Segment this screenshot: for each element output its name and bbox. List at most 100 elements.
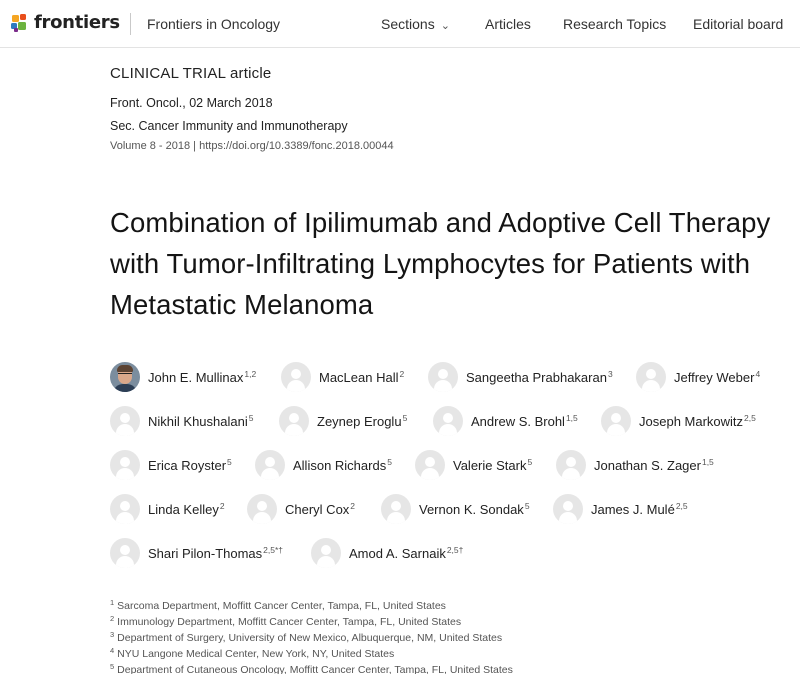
author-name-text: Vernon K. Sondak	[419, 502, 524, 517]
author-affiliation-marker: 2	[350, 501, 356, 511]
author-name-text: Cheryl Cox	[285, 502, 350, 517]
author-affiliation-marker: 2,5†	[446, 545, 464, 555]
author-name-text: Amod A. Sarnaik	[349, 546, 446, 561]
author-name-text: Allison Richards	[293, 458, 387, 473]
author-name-text: Zeynep Eroglu	[317, 414, 402, 429]
affiliation-number: 3	[110, 630, 115, 639]
author-chip[interactable]: Valerie Stark5	[415, 450, 532, 480]
volume-doi-line: Volume 8 - 2018 | https://doi.org/10.338…	[110, 140, 394, 152]
author-chip[interactable]: Vernon K. Sondak5	[381, 494, 530, 524]
author-affiliation-marker: 1,5	[565, 413, 578, 423]
author-affiliation-marker: 2	[219, 501, 225, 511]
author-name-text: Nikhil Khushalani	[148, 414, 248, 429]
author-name: Jonathan S. Zager1,5	[594, 457, 714, 473]
author-affiliation-marker: 5	[402, 413, 408, 423]
frontiers-logo[interactable]: frontiers	[10, 12, 120, 33]
author-name-text: John E. Mullinax	[148, 370, 244, 385]
author-affiliation-marker: 2,5	[744, 413, 756, 423]
affiliation-text: Department of Cutaneous Oncology, Moffit…	[117, 664, 513, 674]
author-chip[interactable]: Zeynep Eroglu5	[279, 406, 407, 436]
affiliation-item: 3 Department of Surgery, University of Ne…	[110, 627, 513, 644]
nav-research-topics[interactable]: Research Topics	[563, 16, 666, 32]
article-title: Combination of Ipilimumab and Adoptive C…	[110, 207, 771, 320]
author-chip[interactable]: Jonathan S. Zager1,5	[556, 450, 714, 480]
user-placeholder-icon	[636, 362, 666, 392]
frontiers-logo-icon	[11, 13, 26, 32]
volume-label: Volume 8 - 2018	[110, 140, 191, 152]
author-name: Sangeetha Prabhakaran3	[466, 369, 613, 385]
affiliation-number: 2	[110, 614, 115, 623]
author-chip[interactable]: Sangeetha Prabhakaran3	[428, 362, 613, 392]
author-name: Linda Kelley2	[148, 501, 225, 517]
affiliation-item: 2 Immunology Department, Moffitt Cancer C…	[110, 611, 513, 628]
author-chip[interactable]: Linda Kelley2	[110, 494, 225, 524]
nav-editorial-board[interactable]: Editorial board	[693, 16, 783, 32]
author-chip[interactable]: Allison Richards5	[255, 450, 392, 480]
user-placeholder-icon	[415, 450, 445, 480]
user-placeholder-icon	[311, 538, 341, 568]
author-chip[interactable]: James J. Mulé2,5	[553, 494, 688, 524]
author-chip[interactable]: Joseph Markowitz2,5	[601, 406, 756, 436]
author-name-text: Shari Pilon-Thomas	[148, 546, 263, 561]
author-name: James J. Mulé2,5	[591, 501, 688, 517]
nav-articles[interactable]: Articles	[485, 16, 531, 32]
author-chip[interactable]: Amod A. Sarnaik2,5†	[311, 538, 463, 568]
author-chip[interactable]: John E. Mullinax1,2	[110, 362, 256, 392]
user-placeholder-icon	[110, 494, 140, 524]
author-chip[interactable]: Cheryl Cox2	[247, 494, 355, 524]
user-placeholder-icon	[601, 406, 631, 436]
user-placeholder-icon	[247, 494, 277, 524]
affiliation-item: 4 NYU Langone Medical Center, New York, N…	[110, 643, 513, 660]
author-name-text: MacLean Hall	[319, 370, 399, 385]
author-name-text: Erica Royster	[148, 458, 227, 473]
affiliations-list: 1 Sarcoma Department, Moffitt Cancer Cent…	[110, 595, 513, 674]
doi-link[interactable]: https://doi.org/10.3389/fonc.2018.00044	[199, 140, 394, 152]
article-type: CLINICAL TRIAL article	[110, 65, 272, 82]
author-name: Andrew S. Brohl1,5	[471, 413, 578, 429]
author-name: Allison Richards5	[293, 457, 392, 473]
author-name-text: Sangeetha Prabhakaran	[466, 370, 607, 385]
author-name-text: James J. Mulé	[591, 502, 675, 517]
author-affiliation-marker: 1,5	[701, 457, 714, 467]
author-affiliation-marker: 5	[227, 457, 232, 467]
author-chip[interactable]: Nikhil Khushalani5	[110, 406, 253, 436]
top-navigation-bar: frontiers Frontiers in Oncology Sections…	[0, 0, 800, 48]
author-chip[interactable]: MacLean Hall2	[281, 362, 404, 392]
author-chip[interactable]: Shari Pilon-Thomas2,5*†	[110, 538, 283, 568]
author-chip[interactable]: Erica Royster5	[110, 450, 232, 480]
author-affiliation-marker: 2	[399, 369, 405, 379]
nav-sections[interactable]: Sections ⌄	[381, 16, 450, 32]
user-placeholder-icon	[553, 494, 583, 524]
author-name-text: Valerie Stark	[453, 458, 527, 473]
logo-text: frontiers	[34, 12, 120, 33]
affiliation-number: 5	[110, 662, 115, 671]
user-placeholder-icon	[556, 450, 586, 480]
user-placeholder-icon	[281, 362, 311, 392]
author-photo	[110, 362, 140, 392]
author-name: Valerie Stark5	[453, 457, 532, 473]
header-divider	[130, 13, 131, 35]
author-name-text: Andrew S. Brohl	[471, 414, 565, 429]
affiliation-number: 1	[110, 598, 115, 607]
author-name: Vernon K. Sondak5	[419, 501, 530, 517]
nav-sections-label: Sections	[381, 16, 435, 32]
author-affiliation-marker: 2,5*†	[263, 545, 284, 555]
author-affiliation-marker: 5	[248, 413, 254, 423]
author-name-text: Joseph Markowitz	[639, 414, 744, 429]
author-chip[interactable]: Andrew S. Brohl1,5	[433, 406, 578, 436]
author-name: Nikhil Khushalani5	[148, 413, 253, 429]
author-name: MacLean Hall2	[319, 369, 404, 385]
user-placeholder-icon	[110, 538, 140, 568]
user-placeholder-icon	[255, 450, 285, 480]
author-name-text: Jeffrey Weber	[674, 370, 755, 385]
journal-name-link[interactable]: Frontiers in Oncology	[147, 16, 280, 32]
author-affiliation-marker: 2,5	[675, 501, 688, 511]
author-chip[interactable]: Jeffrey Weber4	[636, 362, 760, 392]
author-affiliation-marker: 4	[755, 369, 761, 379]
user-placeholder-icon	[110, 450, 140, 480]
author-name: Shari Pilon-Thomas2,5*†	[148, 545, 283, 561]
author-name: Cheryl Cox2	[285, 501, 355, 517]
user-placeholder-icon	[381, 494, 411, 524]
author-name: Amod A. Sarnaik2,5†	[349, 545, 463, 561]
user-placeholder-icon	[110, 406, 140, 436]
